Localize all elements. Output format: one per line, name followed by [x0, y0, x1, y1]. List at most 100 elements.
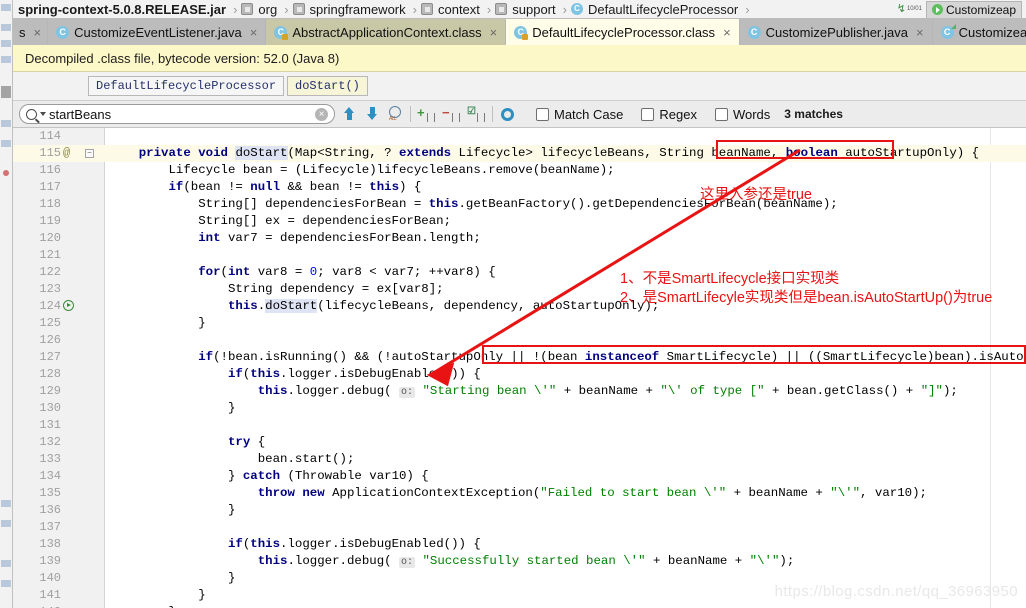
code-line[interactable]: 128 if(this.logger.isDebugEnabled()) { [13, 366, 1026, 383]
code-line[interactable]: 120 int var7 = dependenciesForBean.lengt… [13, 230, 1026, 247]
select-all-occurrences-button[interactable]: ☑ [467, 104, 486, 124]
code-line[interactable]: 114 [13, 128, 1026, 145]
code-editor[interactable]: 114 115 @ − private void doStart(Map<Strin… [13, 128, 1026, 608]
code-text: } [109, 571, 236, 585]
search-input[interactable] [49, 106, 312, 122]
code-line[interactable]: 121 [13, 247, 1026, 264]
line-number: 114 [39, 129, 61, 143]
code-text: } [109, 316, 206, 330]
ide-window: spring-context-5.0.8.RELEASE.jar › org ›… [0, 0, 1026, 608]
tab-default-lifecycle-processor[interactable]: C DefaultLifecycleProcessor.class × [506, 19, 740, 45]
code-line[interactable]: 118 String[] dependenciesForBean = this.… [13, 196, 1026, 213]
search-field[interactable]: × [19, 104, 335, 124]
breadcrumb-item-support[interactable]: support [493, 2, 560, 17]
close-icon[interactable]: × [723, 25, 731, 40]
tab-label: Customizeapplica [958, 24, 1026, 40]
line-number: 133 [39, 452, 61, 466]
gutter-marker[interactable]: @ − [63, 145, 105, 162]
line-number: 140 [39, 571, 61, 585]
code-line[interactable]: 122 for(int var8 = 0; var8 < var7; ++var… [13, 264, 1026, 281]
tab-customize-application[interactable]: C Customizeapplica [932, 19, 1026, 45]
match-count-label: 3 matches [784, 107, 843, 121]
find-all-button[interactable] [387, 104, 404, 124]
regex-option[interactable]: Regex [641, 107, 697, 122]
line-number: 131 [39, 418, 61, 432]
breadcrumb-separator: › [745, 1, 750, 17]
line-number: 121 [39, 248, 61, 262]
run-configuration-tab[interactable]: Customizeap [925, 0, 1022, 18]
close-icon[interactable]: × [490, 25, 498, 40]
code-text: int var7 = dependenciesForBean.length; [198, 231, 481, 245]
recursion-marker-icon [63, 300, 74, 311]
breadcrumb-separator: › [412, 1, 417, 17]
tab-partial[interactable]: s × [13, 19, 49, 45]
line-number: 141 [39, 588, 61, 602]
tab-customize-event-listener[interactable]: C CustomizeEventListener.java × [48, 19, 267, 45]
words-option[interactable]: Words [714, 106, 771, 122]
package-icon [292, 3, 305, 15]
line-number: 122 [39, 265, 61, 279]
line-number: 118 [39, 197, 61, 211]
close-icon[interactable]: × [916, 25, 924, 40]
close-icon[interactable]: × [250, 25, 258, 40]
code-line[interactable]: 127 if(!bean.isRunning() && (!autoStartu… [13, 349, 1026, 366]
close-icon[interactable]: × [34, 25, 42, 40]
find-settings-button[interactable] [499, 104, 516, 124]
breadcrumb-item-org[interactable]: org [239, 2, 282, 17]
gutter-marker[interactable] [63, 298, 105, 315]
line-number: 126 [39, 333, 61, 347]
watermark: https://blog.csdn.net/qq_36963950 [774, 583, 1018, 600]
chevron-down-icon[interactable] [40, 112, 46, 116]
code-line[interactable]: 116 Lifecycle bean = (Lifecycle)lifecycl… [13, 162, 1026, 179]
add-occurrence-button[interactable]: + [417, 104, 436, 124]
tab-abstract-application-context[interactable]: C AbstractApplicationContext.class × [266, 19, 507, 45]
code-line[interactable]: 125 } [13, 315, 1026, 332]
breadcrumb-item-springframework[interactable]: springframework [291, 2, 411, 17]
code-line[interactable]: 134 } catch (Throwable var10) { [13, 468, 1026, 485]
breadcrumb-label: support [512, 1, 556, 17]
code-line[interactable]: 135 throw new ApplicationContextExceptio… [13, 485, 1026, 502]
line-number: 135 [39, 486, 61, 500]
match-case-option[interactable]: Match Case [536, 107, 623, 122]
code-line[interactable]: 117 if(bean != null && bean != this) { [13, 179, 1026, 196]
match-case-checkbox[interactable] [536, 107, 549, 121]
tab-customize-publisher[interactable]: C CustomizePublisher.java × [739, 19, 933, 45]
annotation-marker-icon: @ [63, 146, 71, 160]
code-line[interactable]: 132 try { [13, 434, 1026, 451]
breadcrumb-item-class[interactable]: C DefaultLifecycleProcessor [569, 2, 743, 17]
code-line[interactable]: 130 } [13, 400, 1026, 417]
code-lines[interactable]: 114 115 @ − private void doStart(Map<Strin… [13, 128, 1026, 608]
code-line[interactable]: 129 this.logger.debug( o: "Starting bean… [13, 383, 1026, 400]
breadcrumb-item-context[interactable]: context [419, 2, 485, 17]
code-line[interactable]: 137 [13, 519, 1026, 536]
regex-checkbox[interactable] [641, 107, 655, 121]
find-next-button[interactable] [364, 104, 381, 124]
fold-toggle-icon[interactable]: − [85, 149, 95, 158]
clear-search-icon[interactable]: × [315, 107, 328, 121]
line-number: 132 [39, 435, 61, 449]
code-line[interactable]: 131 [13, 417, 1026, 434]
line-number: 125 [39, 316, 61, 330]
structure-crumb-method[interactable]: doStart() [287, 76, 368, 96]
structure-crumb-class[interactable]: DefaultLifecycleProcessor [88, 76, 285, 96]
code-line[interactable]: 138 if(this.logger.isDebugEnabled()) { [13, 536, 1026, 553]
code-line[interactable]: 126 [13, 332, 1026, 349]
code-line[interactable]: 133 bean.start(); [13, 451, 1026, 468]
breadcrumb-item-jar[interactable]: spring-context-5.0.8.RELEASE.jar [13, 2, 231, 17]
check-icon: ☑ [467, 106, 476, 117]
breadcrumb-separator: › [284, 1, 289, 17]
words-checkbox[interactable] [714, 107, 728, 121]
remove-occurrence-button[interactable]: − [442, 104, 461, 124]
toolbar-divider [492, 106, 493, 122]
class-icon: C [747, 25, 761, 39]
bytecode-badge[interactable]: ↯ 10/01 [897, 3, 922, 15]
find-previous-button[interactable] [341, 104, 358, 124]
arrow-up-icon [344, 107, 355, 120]
code-line[interactable]: 139 this.logger.debug( o: "Successfully … [13, 553, 1026, 570]
code-line[interactable]: 142 } [13, 604, 1026, 608]
code-line[interactable]: 119 String[] ex = dependenciesForBean; [13, 213, 1026, 230]
words-label: Words [732, 106, 771, 122]
code-line[interactable]: 115 @ − private void doStart(Map<String, … [13, 145, 1026, 162]
code-line[interactable]: 136 } [13, 502, 1026, 519]
left-tool-strip[interactable] [0, 0, 13, 608]
